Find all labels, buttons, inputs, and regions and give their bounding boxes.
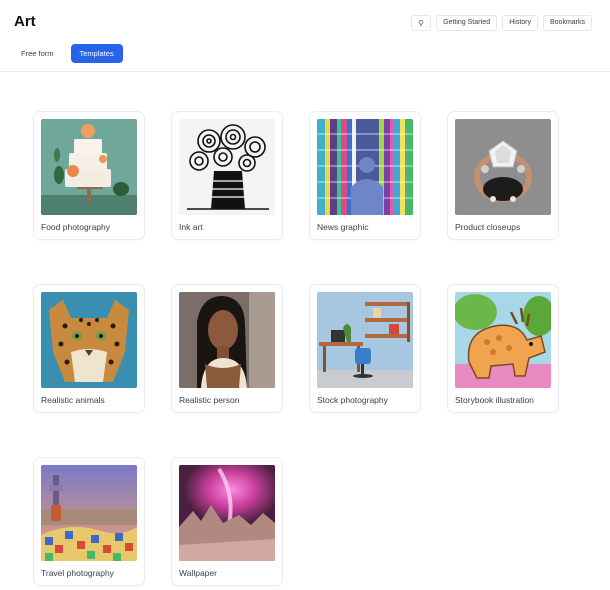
- food-photography-image: [41, 119, 137, 215]
- template-label: Realistic person: [179, 395, 240, 405]
- mode-tabs: Free form Templates: [12, 44, 123, 63]
- template-card-stock-photography[interactable]: Stock photography: [309, 284, 421, 413]
- template-card-realistic-animals[interactable]: Realistic animals: [33, 284, 145, 413]
- news-graphic-image: [317, 119, 413, 215]
- tab-templates[interactable]: Templates: [70, 44, 123, 63]
- tab-free-form[interactable]: Free form: [12, 44, 63, 63]
- template-card-ink-art[interactable]: Ink art: [171, 111, 283, 240]
- template-label: Ink art: [179, 222, 203, 232]
- wallpaper-image: [179, 465, 275, 561]
- template-label: News graphic: [317, 222, 369, 232]
- template-label: Realistic animals: [41, 395, 105, 405]
- template-card-realistic-person[interactable]: Realistic person: [171, 284, 283, 413]
- lightbulb-icon: [418, 19, 424, 27]
- tips-button[interactable]: [411, 15, 432, 31]
- template-card-product-closeups[interactable]: Product closeups: [447, 111, 559, 240]
- template-label: Travel photography: [41, 568, 114, 578]
- bookmarks-button[interactable]: Bookmarks: [542, 15, 592, 31]
- template-label: Wallpaper: [179, 568, 217, 578]
- getting-started-button[interactable]: Getting Started: [436, 15, 498, 31]
- product-closeups-image: [455, 119, 551, 215]
- realistic-animals-image: [41, 292, 137, 388]
- history-button[interactable]: History: [502, 15, 538, 31]
- stock-photography-image: [317, 292, 413, 388]
- toolbar: Getting Started History Bookmarks: [411, 15, 592, 31]
- template-card-wallpaper[interactable]: Wallpaper: [171, 457, 283, 586]
- storybook-illustration-image: [455, 292, 551, 388]
- app-header: Art Free form Templates Getting Started …: [0, 0, 610, 72]
- ink-art-image: [179, 119, 275, 215]
- template-label: Product closeups: [455, 222, 521, 232]
- template-card-storybook-illustration[interactable]: Storybook illustration: [447, 284, 559, 413]
- template-label: Storybook illustration: [455, 395, 534, 405]
- travel-photography-image: [41, 465, 137, 561]
- page-title: Art: [14, 13, 36, 30]
- template-label: Stock photography: [317, 395, 388, 405]
- template-card-news-graphic[interactable]: News graphic: [309, 111, 421, 240]
- template-label: Food photography: [41, 222, 110, 232]
- realistic-person-image: [179, 292, 275, 388]
- template-card-travel-photography[interactable]: Travel photography: [33, 457, 145, 586]
- template-grid: Food photography Ink art News graphic Pr…: [33, 111, 559, 586]
- template-card-food-photography[interactable]: Food photography: [33, 111, 145, 240]
